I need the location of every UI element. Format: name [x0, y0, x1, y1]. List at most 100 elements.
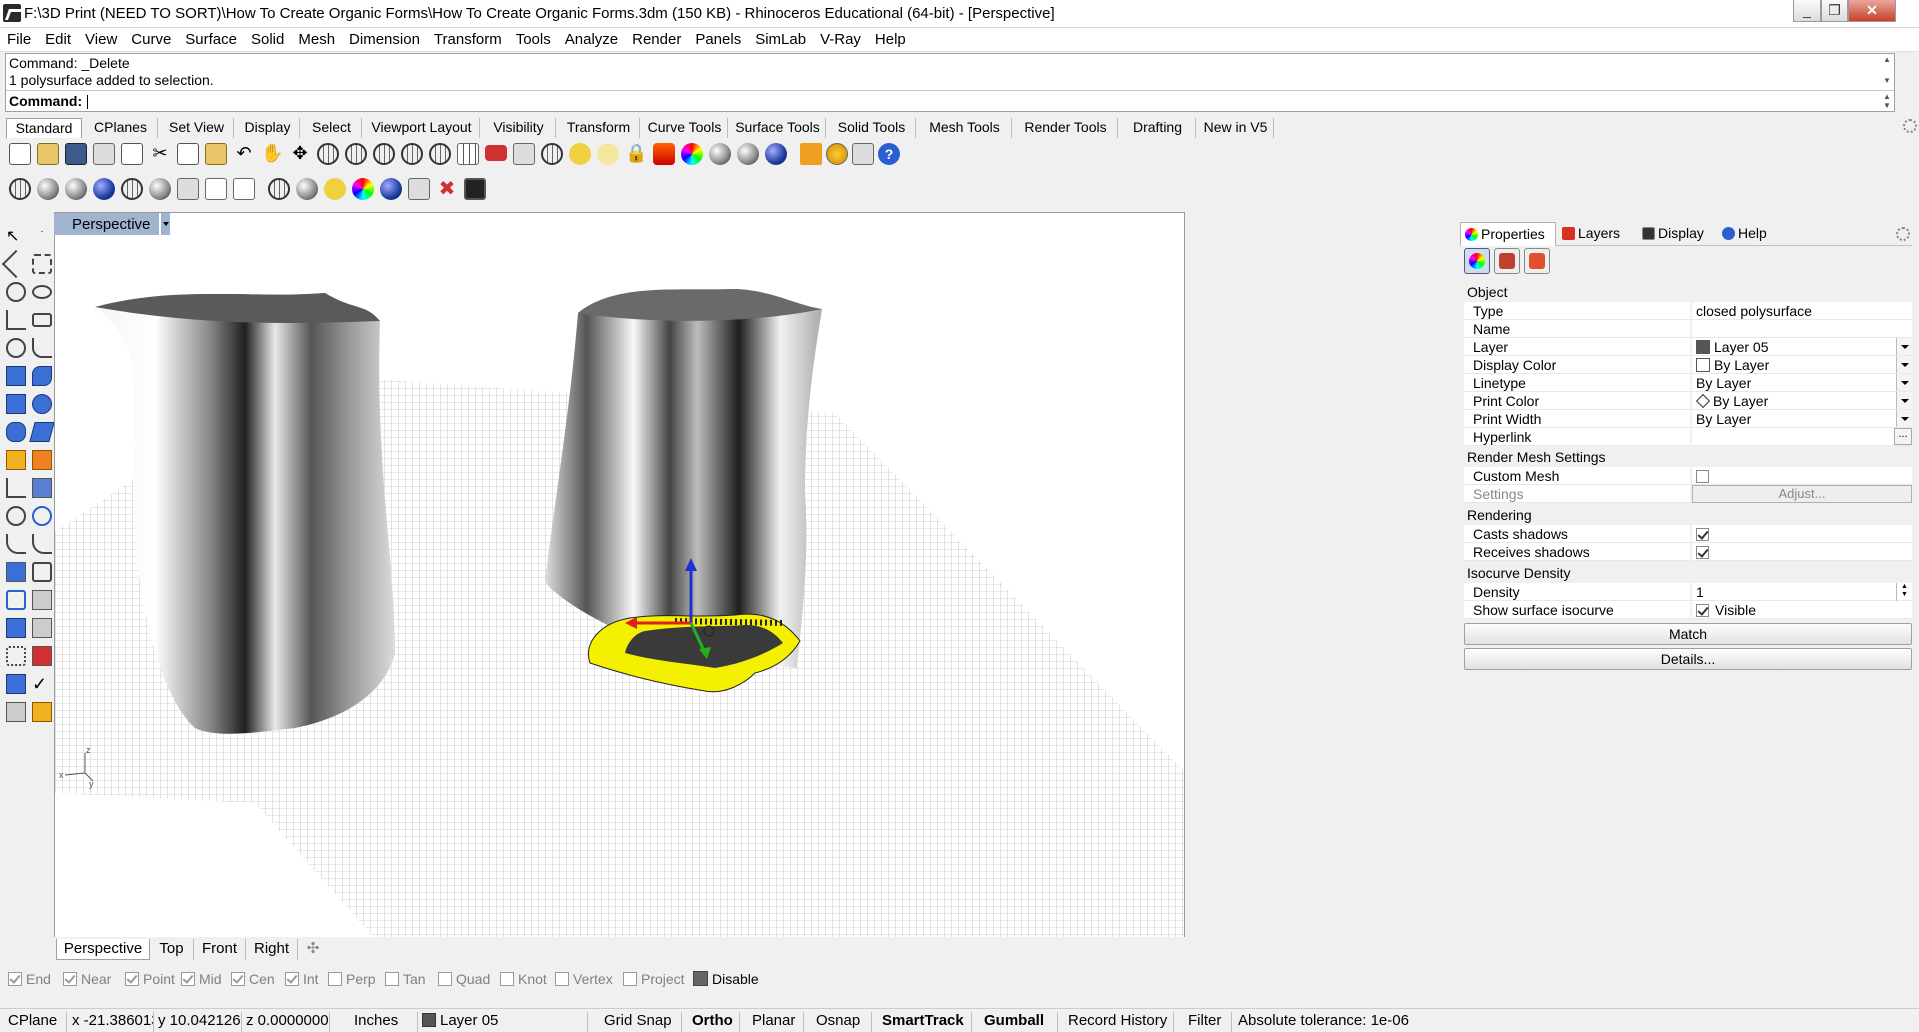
tab-render-tools[interactable]: Render Tools — [1014, 118, 1118, 138]
shaded-view-icon[interactable] — [37, 178, 59, 200]
ghosted-view-icon[interactable] — [93, 178, 115, 200]
cut-icon[interactable]: ✂ — [149, 143, 171, 165]
render-icon[interactable] — [737, 143, 759, 165]
rotate-view-icon[interactable]: ✥ — [289, 143, 311, 165]
lock-icon[interactable]: 🔒 — [625, 143, 647, 165]
zoom-icon[interactable] — [317, 143, 339, 165]
circle-icon[interactable] — [6, 282, 26, 302]
menu-analyze[interactable]: Analyze — [558, 28, 625, 48]
sphere-solid-icon[interactable] — [32, 394, 52, 414]
copy-icon[interactable] — [177, 143, 199, 165]
dropdown-arrow-icon[interactable] — [1896, 392, 1912, 409]
gumball-toggle[interactable]: Gumball — [980, 1012, 1058, 1032]
tab-drafting[interactable]: Drafting — [1120, 118, 1196, 138]
grid-snap-toggle[interactable]: Grid Snap — [600, 1012, 682, 1032]
help-icon[interactable]: ? — [878, 143, 900, 165]
box-icon[interactable] — [6, 394, 26, 414]
density-input[interactable]: 1 ▲ ▼ — [1692, 583, 1912, 601]
open-folder-icon[interactable] — [37, 143, 59, 165]
osnap-disable[interactable]: Disable — [693, 971, 759, 987]
menu-tools[interactable]: Tools — [509, 28, 558, 48]
monitor-icon[interactable] — [464, 178, 486, 200]
status-cplane[interactable]: CPlane — [4, 1012, 67, 1032]
osnap-project[interactable]: Project — [623, 971, 685, 987]
match-button[interactable]: Match — [1464, 623, 1912, 645]
prop-print-color-dropdown[interactable]: By Layer — [1692, 392, 1912, 410]
select-filter-icon[interactable] — [569, 143, 591, 165]
tab-select[interactable]: Select — [302, 118, 362, 138]
menu-help[interactable]: Help — [868, 28, 913, 48]
viewport-tab-top[interactable]: Top — [150, 939, 194, 960]
arctic-view-icon[interactable] — [233, 178, 255, 200]
prop-layer-dropdown[interactable]: Layer 05 — [1692, 338, 1912, 356]
undo-icon[interactable]: ↶ — [233, 143, 255, 165]
zoom-selected-icon[interactable] — [401, 143, 423, 165]
new-file-icon[interactable] — [9, 143, 31, 165]
add-viewport-tab-icon[interactable]: ✣ — [300, 939, 326, 960]
dropdown-arrow-icon[interactable] — [1896, 338, 1912, 355]
status-layer[interactable]: Layer 05 — [418, 1012, 588, 1032]
record-history-toggle[interactable]: Record History — [1064, 1012, 1174, 1032]
ungroup-icon[interactable] — [32, 590, 52, 610]
osnap-end[interactable]: End — [8, 971, 51, 987]
tab-mesh-tools[interactable]: Mesh Tools — [918, 118, 1012, 138]
menu-panels[interactable]: Panels — [688, 28, 748, 48]
export-icon[interactable] — [121, 143, 143, 165]
ortho-toggle[interactable]: Ortho — [688, 1012, 740, 1032]
visible-checkbox[interactable] — [1696, 604, 1709, 617]
viewport-menu-arrow-icon[interactable] — [160, 213, 170, 235]
prop-print-width-dropdown[interactable]: By Layer — [1692, 410, 1912, 428]
osnap-int-checkbox[interactable] — [285, 972, 299, 986]
adjust-button[interactable]: Adjust... — [1692, 485, 1912, 503]
panel-settings-gear-icon[interactable] — [1896, 227, 1910, 241]
tab-standard[interactable]: Standard — [6, 118, 82, 138]
undo-view-icon[interactable] — [429, 143, 451, 165]
pen-view-icon[interactable] — [205, 178, 227, 200]
tab-surface-tools[interactable]: Surface Tools — [730, 118, 826, 138]
array-icon[interactable] — [6, 646, 26, 666]
tab-set-view[interactable]: Set View — [160, 118, 234, 138]
zoom-extents-icon[interactable] — [373, 143, 395, 165]
group-icon[interactable] — [6, 590, 26, 610]
menu-file[interactable]: File — [0, 28, 38, 48]
osnap-end-checkbox[interactable] — [8, 972, 22, 986]
minimize-button[interactable]: _ — [1793, 0, 1821, 22]
layer-icon[interactable] — [653, 143, 675, 165]
dropdown-arrow-icon[interactable] — [1896, 374, 1912, 391]
panel-tab-help[interactable]: Help — [1718, 222, 1778, 246]
pointer-icon[interactable] — [800, 143, 822, 165]
viewport-tab-front[interactable]: Front — [194, 939, 246, 960]
camera-icon[interactable] — [380, 178, 402, 200]
polygon-icon[interactable] — [6, 338, 26, 358]
menu-curve[interactable]: Curve — [124, 28, 178, 48]
tab-transform[interactable]: Transform — [558, 118, 640, 138]
four-viewports-icon[interactable] — [457, 143, 479, 165]
ellipse-icon[interactable] — [32, 285, 52, 299]
rhino-app-icon[interactable] — [3, 4, 21, 22]
osnap-knot-checkbox[interactable] — [500, 972, 514, 986]
smarttrack-toggle[interactable]: SmartTrack — [878, 1012, 972, 1032]
tab-cplanes[interactable]: CPlanes — [84, 118, 158, 138]
materials-icon[interactable] — [765, 143, 787, 165]
transform-icon[interactable] — [408, 178, 430, 200]
environment-icon[interactable] — [352, 178, 374, 200]
maximize-button[interactable]: ❐ — [1821, 0, 1848, 22]
custom-mesh-checkbox[interactable] — [1696, 470, 1709, 483]
menu-mesh[interactable]: Mesh — [291, 28, 342, 48]
prop-hyperlink-input[interactable]: ... — [1692, 428, 1912, 446]
panel-tab-display[interactable]: Display — [1638, 222, 1716, 246]
osnap-near-checkbox[interactable] — [63, 972, 77, 986]
decal-page-icon[interactable] — [1524, 248, 1550, 274]
osnap-perp-checkbox[interactable] — [328, 972, 342, 986]
receives-shadows-checkbox[interactable] — [1696, 546, 1709, 559]
osnap-point-checkbox[interactable] — [125, 972, 139, 986]
osnap-tan-checkbox[interactable] — [385, 972, 399, 986]
prop-linetype-dropdown[interactable]: By Layer — [1692, 374, 1912, 392]
menu-edit[interactable]: Edit — [38, 28, 78, 48]
viewport-tab-perspective[interactable]: Perspective — [56, 939, 150, 960]
color-wheel-icon[interactable] — [681, 143, 703, 165]
fillet-icon[interactable] — [6, 534, 26, 554]
check-icon[interactable]: ✓ — [32, 674, 52, 694]
command-scroll-up-icon[interactable]: ▲ — [1880, 92, 1894, 101]
tab-solid-tools[interactable]: Solid Tools — [828, 118, 916, 138]
